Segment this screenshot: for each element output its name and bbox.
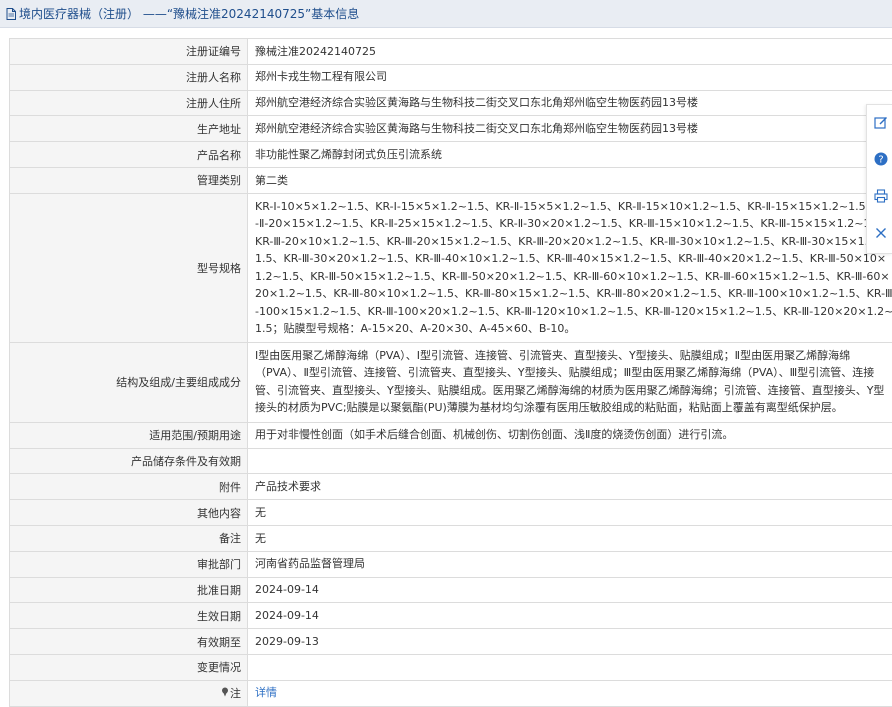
table-row: 有效期至 2029-09-13 xyxy=(10,629,892,655)
note-label: 注 xyxy=(10,680,248,706)
close-icon[interactable] xyxy=(873,225,889,241)
info-table: 注册证编号 豫械注准20242140725 注册人名称 郑州卡戎生物工程有限公司… xyxy=(9,38,892,707)
table-row: 变更情况 xyxy=(10,654,892,680)
row-value: 郑州航空港经济综合实验区黄海路与生物科技二街交叉口东北角郑州临空生物医药园13号… xyxy=(248,116,892,142)
row-label: 适用范围/预期用途 xyxy=(10,422,248,448)
table-row: 适用范围/预期用途 用于对非慢性创面（如手术后缝合创面、机械创伤、切割伤创面、浅… xyxy=(10,422,892,448)
row-value: 2024-09-14 xyxy=(248,603,892,629)
row-label: 批准日期 xyxy=(10,577,248,603)
table-row: 批准日期 2024-09-14 xyxy=(10,577,892,603)
table-row: 注册证编号 豫械注准20242140725 xyxy=(10,39,892,65)
print-icon[interactable] xyxy=(873,188,889,204)
row-label: 注册人住所 xyxy=(10,90,248,116)
row-label: 变更情况 xyxy=(10,654,248,680)
table-row: 其他内容 无 xyxy=(10,500,892,526)
row-label: 生效日期 xyxy=(10,603,248,629)
note-label-text: 注 xyxy=(230,687,241,700)
row-value: 用于对非慢性创面（如手术后缝合创面、机械创伤、切割伤创面、浅Ⅱ度的烧烫伤创面）进… xyxy=(248,422,892,448)
edit-icon[interactable] xyxy=(873,115,889,131)
row-label: 备注 xyxy=(10,525,248,551)
row-label: 注册人名称 xyxy=(10,64,248,90)
row-value: 2029-09-13 xyxy=(248,629,892,655)
details-link[interactable]: 详情 xyxy=(255,686,277,699)
svg-text:?: ? xyxy=(878,155,883,166)
row-value: KR-Ⅰ-10×5×1.2~1.5、KR-Ⅰ-15×5×1.2~1.5、KR-Ⅱ… xyxy=(248,193,892,342)
page-header: 境内医疗器械（注册） ——“豫械注准20242140725”基本信息 xyxy=(0,0,892,28)
row-label: 型号规格 xyxy=(10,193,248,342)
row-label: 结构及组成/主要组成成分 xyxy=(10,342,248,422)
row-value: 详情 xyxy=(248,680,892,706)
table-row: 附件 产品技术要求 xyxy=(10,474,892,500)
table-row: 注 详情 xyxy=(10,680,892,706)
table-row: 注册人名称 郑州卡戎生物工程有限公司 xyxy=(10,64,892,90)
pin-icon xyxy=(221,687,229,700)
table-row: 注册人住所 郑州航空港经济综合实验区黄海路与生物科技二街交叉口东北角郑州临空生物… xyxy=(10,90,892,116)
row-value: Ⅰ型由医用聚乙烯醇海绵（PVA）、Ⅰ型引流管、连接管、引流管夹、直型接头、Y型接… xyxy=(248,342,892,422)
side-toolbar: ? xyxy=(866,104,892,254)
row-label: 生产地址 xyxy=(10,116,248,142)
table-row: 产品储存条件及有效期 xyxy=(10,448,892,474)
row-value: 郑州卡戎生物工程有限公司 xyxy=(248,64,892,90)
document-icon xyxy=(6,8,16,20)
row-label: 产品名称 xyxy=(10,142,248,168)
table-row: 生产地址 郑州航空港经济综合实验区黄海路与生物科技二街交叉口东北角郑州临空生物医… xyxy=(10,116,892,142)
row-value: 豫械注准20242140725 xyxy=(248,39,892,65)
row-label: 注册证编号 xyxy=(10,39,248,65)
help-icon[interactable]: ? xyxy=(873,151,889,167)
row-value: 2024-09-14 xyxy=(248,577,892,603)
table-row: 结构及组成/主要组成成分 Ⅰ型由医用聚乙烯醇海绵（PVA）、Ⅰ型引流管、连接管、… xyxy=(10,342,892,422)
row-label: 附件 xyxy=(10,474,248,500)
row-value: 河南省药品监督管理局 xyxy=(248,551,892,577)
row-value: 产品技术要求 xyxy=(248,474,892,500)
row-value xyxy=(248,448,892,474)
table-row: 生效日期 2024-09-14 xyxy=(10,603,892,629)
row-label: 审批部门 xyxy=(10,551,248,577)
table-row: 备注 无 xyxy=(10,525,892,551)
row-label: 管理类别 xyxy=(10,167,248,193)
row-value: 第二类 xyxy=(248,167,892,193)
row-value: 无 xyxy=(248,525,892,551)
table-row: 型号规格 KR-Ⅰ-10×5×1.2~1.5、KR-Ⅰ-15×5×1.2~1.5… xyxy=(10,193,892,342)
table-row: 审批部门 河南省药品监督管理局 xyxy=(10,551,892,577)
row-label: 其他内容 xyxy=(10,500,248,526)
row-value: 郑州航空港经济综合实验区黄海路与生物科技二街交叉口东北角郑州临空生物医药园13号… xyxy=(248,90,892,116)
row-value: 非功能性聚乙烯醇封闭式负压引流系统 xyxy=(248,142,892,168)
table-row: 管理类别 第二类 xyxy=(10,167,892,193)
row-label: 产品储存条件及有效期 xyxy=(10,448,248,474)
row-label: 有效期至 xyxy=(10,629,248,655)
table-row: 产品名称 非功能性聚乙烯醇封闭式负压引流系统 xyxy=(10,142,892,168)
row-value xyxy=(248,654,892,680)
page-title: 境内医疗器械（注册） ——“豫械注准20242140725”基本信息 xyxy=(19,5,359,22)
row-value: 无 xyxy=(248,500,892,526)
